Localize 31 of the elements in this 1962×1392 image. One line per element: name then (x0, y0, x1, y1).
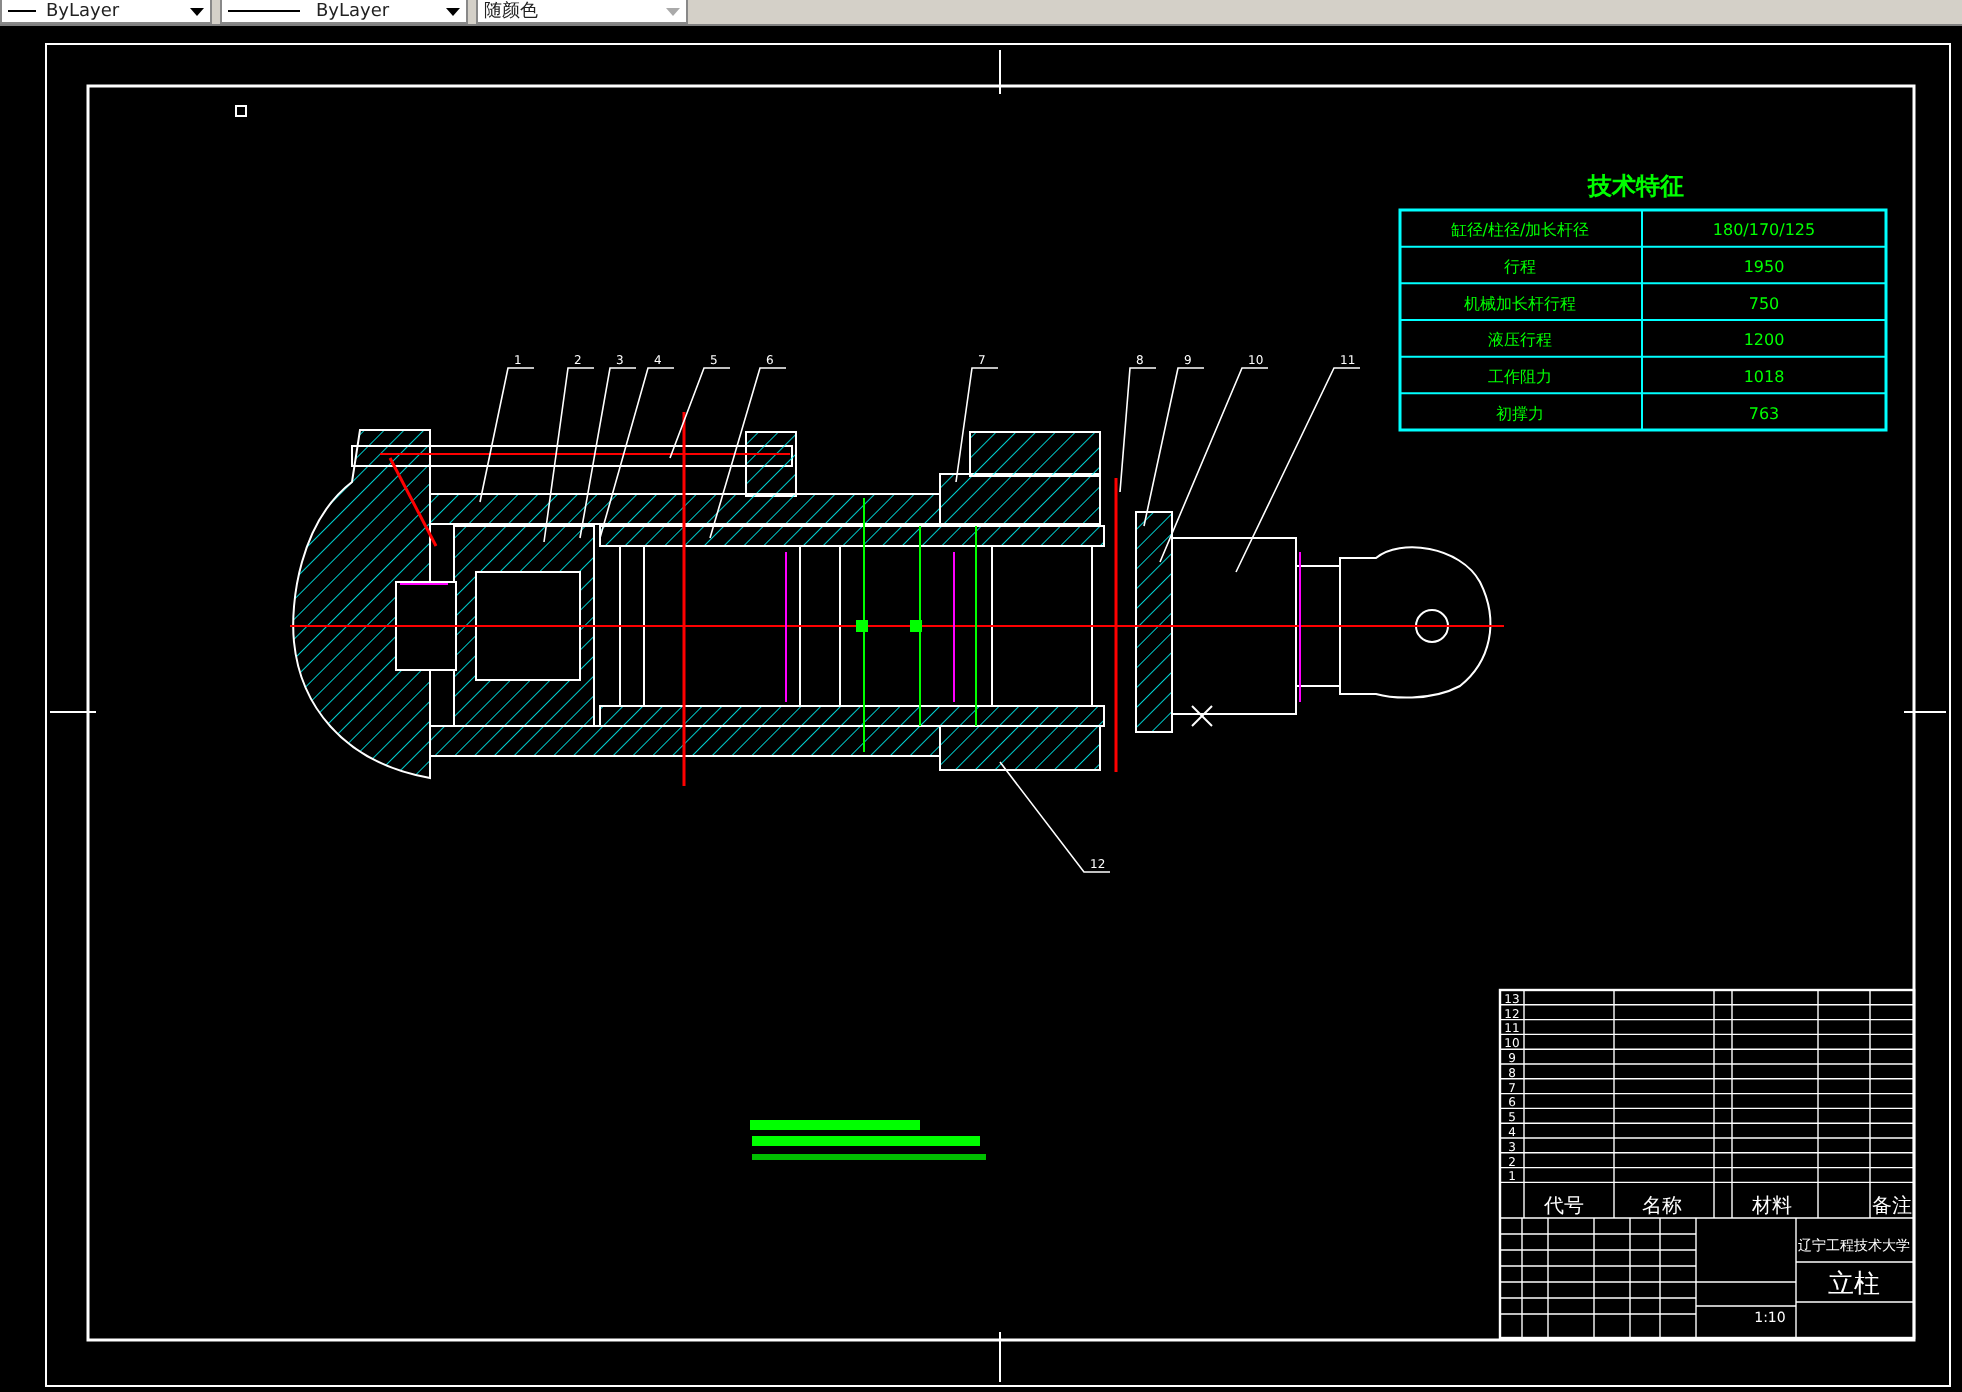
tech-spec-label: 液压行程 (1488, 331, 1552, 350)
tech-spec-label: 缸径/柱径/加长杆径 (1450, 221, 1590, 240)
grip-square-icon[interactable] (235, 105, 247, 117)
lineweight-value: ByLayer (316, 1, 390, 21)
parts-list-header: 名称 (1642, 1196, 1682, 1218)
leader-line (999, 761, 1111, 873)
parts-list-header: 备注 (1872, 1196, 1912, 1218)
tech-spec-value: 763 (1748, 404, 1780, 423)
parts-list-header: 材料 (1752, 1196, 1792, 1218)
tech-spec-value: 1018 (1743, 368, 1785, 386)
color-value: 随颜色 (484, 0, 538, 24)
tech-spec-value: 1950 (1743, 258, 1785, 276)
tech-spec-value: 180/170/125 (1712, 221, 1816, 240)
tech-spec-label: 初撑力 (1496, 404, 1544, 423)
leader-line (479, 367, 535, 503)
tech-spec-label: 机械加长杆行程 (1464, 294, 1576, 313)
linetype-value: ByLayer (46, 1, 120, 21)
lineweight-dropdown[interactable]: ByLayer (220, 0, 468, 24)
caret-icon (446, 7, 460, 15)
tech-spec-value: 1200 (1743, 331, 1785, 350)
leader-line (955, 367, 999, 483)
caret-icon (190, 7, 204, 15)
parts-list-header: 代号 (1544, 1196, 1584, 1218)
tech-spec-label: 工作阻力 (1488, 368, 1552, 386)
tech-spec-label: 行程 (1504, 258, 1536, 276)
color-dropdown[interactable]: 随颜色 (476, 0, 688, 24)
linetype-dropdown[interactable]: ByLayer (0, 0, 212, 24)
caret-icon (666, 7, 680, 15)
tech-spec-value: 750 (1748, 294, 1780, 313)
tech-table-title: 技术特征 (1588, 172, 1684, 200)
drawing-title: 立柱 (1828, 1270, 1880, 1300)
